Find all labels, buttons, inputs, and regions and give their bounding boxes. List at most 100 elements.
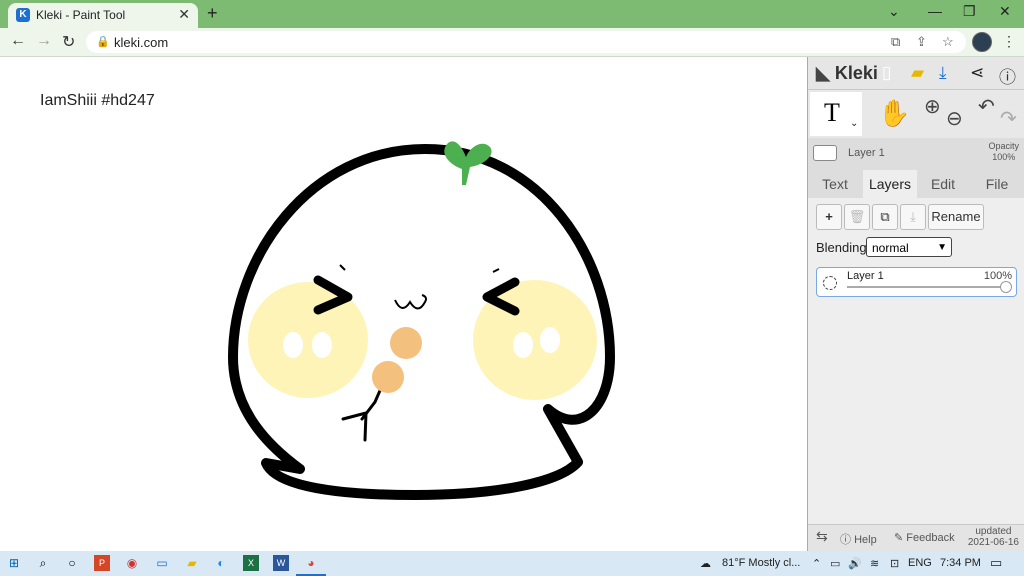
url-text: kleki.com	[114, 35, 169, 50]
help-link[interactable]: ⓘ Help	[840, 531, 877, 547]
zoom-in-icon[interactable]: ⊕	[924, 94, 941, 119]
undo-icon[interactable]: ↶	[978, 94, 995, 119]
tool-row: T ⌄ ✋ ⊕ ⊖ ↶ ↷	[808, 90, 1024, 138]
kleki-logo[interactable]: ◣ Kleki	[816, 63, 878, 84]
reload-icon[interactable]: ↻	[62, 32, 75, 52]
new-image-icon[interactable]: ▯	[882, 63, 891, 83]
updated-date: 2021-06-16	[967, 537, 1019, 548]
clock[interactable]: 7:34 PM	[940, 557, 981, 569]
forward-icon[interactable]: →	[36, 32, 52, 50]
feedback-label: Feedback	[906, 532, 955, 544]
blending-select[interactable]: normal ▼	[866, 237, 952, 257]
browser-tab[interactable]: K Kleki - Paint Tool ✕	[8, 3, 198, 28]
add-layer-button[interactable]: +	[816, 204, 842, 230]
opacity-readout: Opacity 100%	[988, 141, 1019, 163]
current-layer-name: Layer 1	[848, 147, 885, 159]
text-tool-button[interactable]: T ⌄	[810, 92, 862, 136]
delete-layer-button[interactable]: 🗑	[844, 204, 870, 230]
excel-icon[interactable]: X	[243, 555, 259, 571]
layer-opacity-slider[interactable]	[847, 286, 1005, 288]
chevron-down-icon[interactable]: ⌄	[850, 118, 858, 129]
zoom-out-icon[interactable]: ⊖	[946, 106, 963, 131]
redo-icon[interactable]: ↷	[1000, 106, 1017, 131]
opacity-label: Opacity	[988, 141, 1019, 151]
open-folder-icon[interactable]: ▰	[911, 63, 924, 83]
feedback-icon: ✎	[894, 532, 904, 544]
browser-toolbar: ← → ↻ 🔒 kleki.com ⧉ ⇪ ☆ ⋮	[0, 28, 1024, 57]
tray-chevron-icon[interactable]: ⌃	[812, 557, 821, 570]
wifi-icon[interactable]: ≋	[870, 557, 879, 570]
updated-label: updated	[975, 526, 1012, 537]
tab-text[interactable]: Text	[814, 170, 856, 198]
powerpoint-icon[interactable]: P	[94, 555, 110, 571]
current-layer-bar: Layer 1 Opacity 100%	[808, 141, 1024, 165]
kleki-side-panel: ◣ Kleki ▯ ▰ ⤓ ⋖ ⓘ T ⌄ ✋ ⊕ ⊖ ↶ ↷ Layer 1 …	[807, 57, 1024, 552]
layer-list-item[interactable]: Layer 1 100%	[816, 267, 1017, 297]
new-tab-icon[interactable]: +	[207, 3, 218, 24]
app-icon[interactable]: ◉	[124, 555, 140, 571]
chevron-down-icon: ▼	[937, 242, 947, 253]
panel-topbar: ◣ Kleki ▯ ▰ ⤓ ⋖ ⓘ	[808, 57, 1024, 90]
drawing-canvas[interactable]: IamShiii #hd247	[0, 57, 807, 551]
rename-button[interactable]: Rename	[928, 204, 984, 230]
battery-icon[interactable]: ▭	[830, 557, 840, 570]
back-icon[interactable]: ←	[10, 32, 26, 50]
duplicate-layer-button[interactable]: ⧉	[872, 204, 898, 230]
profile-avatar[interactable]	[972, 32, 992, 52]
cortana-icon[interactable]: ○	[64, 555, 80, 571]
kleki-logo-text: Kleki	[834, 63, 878, 83]
weather-icon[interactable]: ☁	[700, 557, 711, 570]
blending-value: normal	[872, 241, 909, 255]
kleki-favicon-icon: K	[16, 8, 30, 22]
feedback-link[interactable]: ✎ Feedback	[894, 531, 955, 544]
desktop-icon[interactable]: ▭	[154, 555, 170, 571]
layer-item-thumbnail	[823, 276, 837, 290]
layers-panel: + 🗑 ⧉ ⤓ Rename Blending normal ▼ Layer 1…	[808, 198, 1024, 524]
close-tab-icon[interactable]: ✕	[178, 6, 190, 23]
browser-tab-strip: K Kleki - Paint Tool ✕ + ⌄ — ❐ ✕	[0, 0, 1024, 28]
menu-kebab-icon[interactable]: ⋮	[1002, 33, 1016, 50]
translate-icon[interactable]: ⧉	[891, 34, 900, 50]
layer-item-name: Layer 1	[847, 270, 884, 282]
weather-text[interactable]: 81°F Mostly cl...	[722, 557, 800, 569]
text-tool-icon: T	[824, 98, 840, 127]
windows-start-icon[interactable]: ⊞	[6, 555, 22, 571]
lock-icon[interactable]: 🔒	[96, 35, 110, 48]
bookmark-star-icon[interactable]: ☆	[942, 34, 954, 50]
share-icon[interactable]: ⋖	[970, 63, 984, 83]
language-indicator[interactable]: ENG	[908, 557, 932, 569]
tab-title: Kleki - Paint Tool	[36, 8, 126, 22]
updated-note: updated 2021-06-16	[968, 526, 1019, 548]
edge-icon[interactable]: ◐	[213, 555, 229, 571]
minimize-icon[interactable]: —	[928, 3, 942, 19]
address-bar[interactable]: 🔒 kleki.com ⧉ ⇪ ☆	[86, 31, 966, 53]
restore-icon[interactable]: ❐	[963, 3, 976, 20]
layer-opacity-knob[interactable]	[1000, 281, 1012, 293]
help-label: Help	[854, 534, 877, 546]
layer-thumbnail	[813, 145, 837, 161]
dango-bottom	[372, 361, 404, 393]
notifications-icon[interactable]: ▭	[990, 555, 1002, 571]
window-close-icon[interactable]: ✕	[999, 3, 1011, 20]
tab-layers[interactable]: Layers	[863, 170, 917, 198]
download-icon[interactable]: ⤓	[939, 63, 947, 83]
mochi-drawing	[228, 141, 615, 500]
help-circle-icon[interactable]: ⓘ	[999, 63, 1016, 88]
tab-edit[interactable]: Edit	[922, 170, 964, 198]
ime-icon[interactable]: ⊡	[890, 557, 899, 570]
tab-file[interactable]: File	[974, 170, 1020, 198]
blending-label: Blending	[816, 240, 867, 255]
volume-icon[interactable]: 🔊	[848, 557, 862, 570]
search-icon[interactable]: ⌕	[35, 555, 51, 571]
merge-down-button[interactable]: ⤓	[900, 204, 926, 230]
kleki-logo-icon: ◣	[816, 63, 830, 83]
swap-icon[interactable]: ⇆	[816, 528, 828, 545]
hand-tool-icon[interactable]: ✋	[878, 98, 910, 129]
word-icon[interactable]: W	[273, 555, 289, 571]
panel-footer: ⇆ ⓘ Help ✎ Feedback updated 2021-06-16	[808, 524, 1024, 552]
share-icon[interactable]: ⇪	[916, 34, 927, 50]
help-icon: ⓘ	[840, 534, 851, 546]
file-explorer-icon[interactable]: ▰	[184, 555, 200, 571]
chrome-icon[interactable]: ◕	[303, 555, 319, 571]
tab-search-chevron-icon[interactable]: ⌄	[888, 3, 900, 20]
